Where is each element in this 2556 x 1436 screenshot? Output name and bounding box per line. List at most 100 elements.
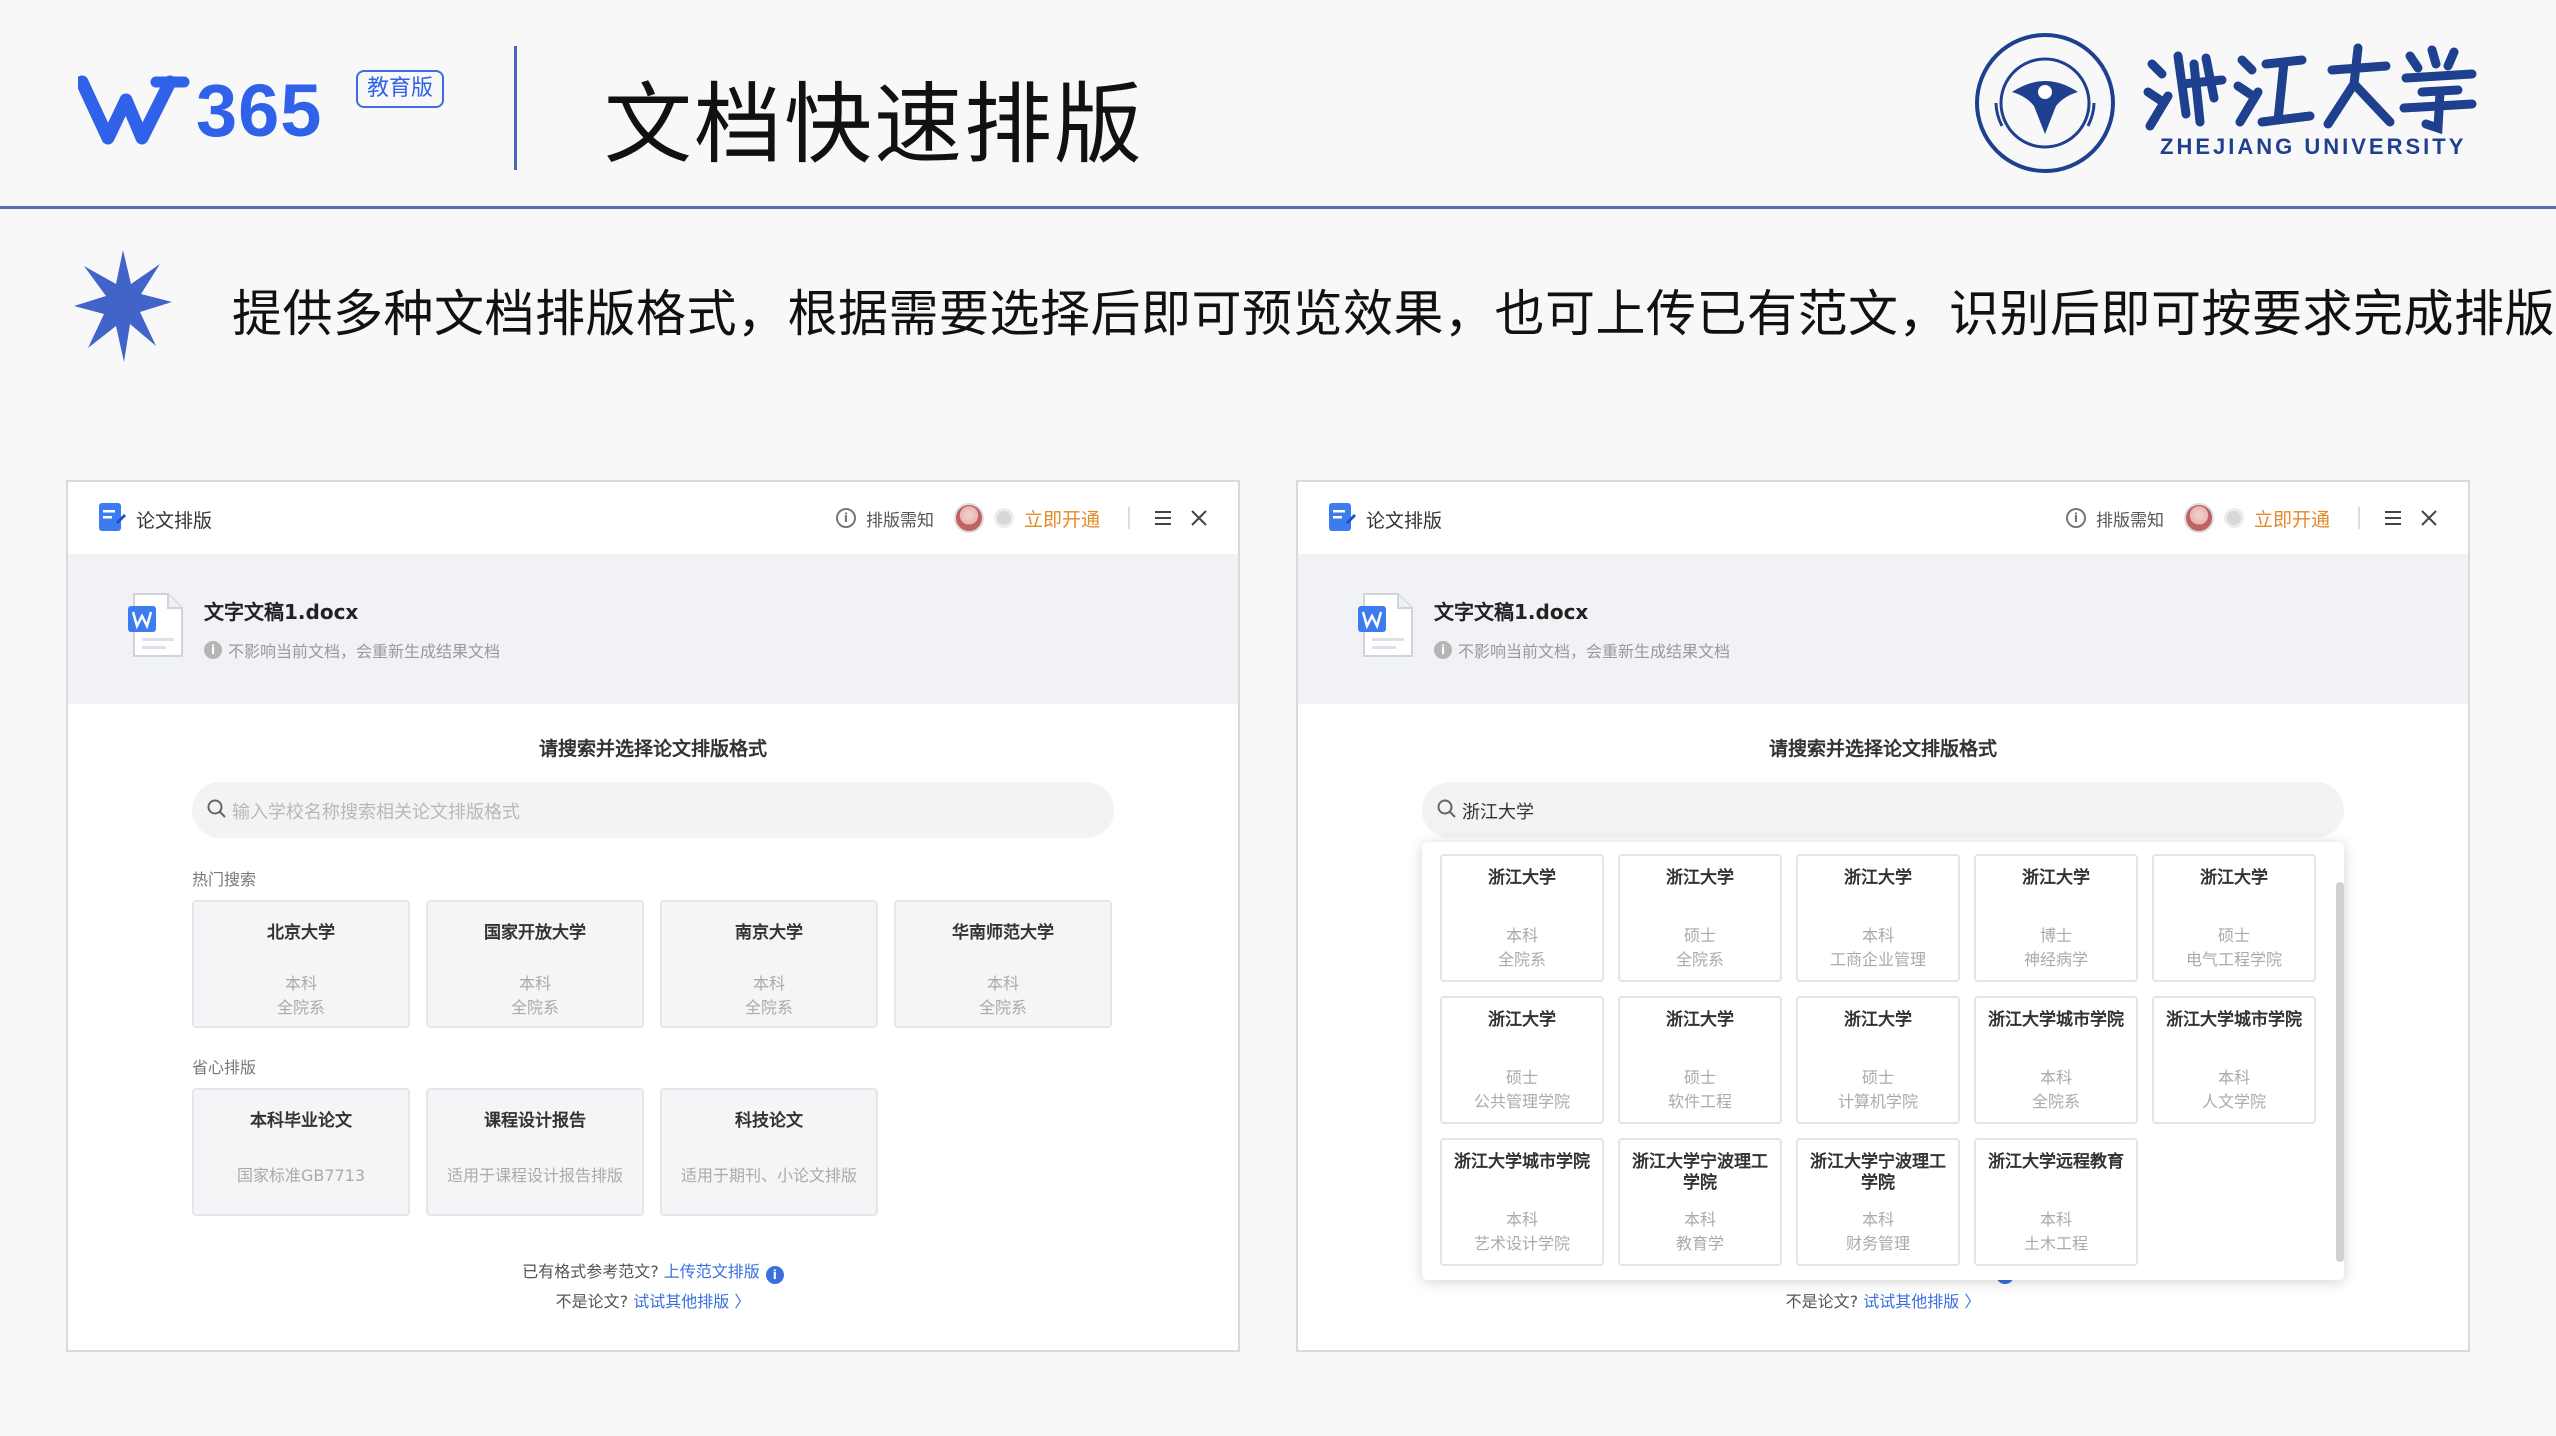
result-card[interactable]: 浙江大学城市学院 本科 艺术设计学院 <box>1440 1138 1604 1266</box>
close-icon[interactable] <box>1186 505 1212 531</box>
result-dept: 计算机学院 <box>1837 1092 1918 1111</box>
result-degree: 博士 <box>2039 926 2072 945</box>
result-card[interactable]: 浙江大学 硕士 电气工程学院 <box>2152 854 2316 982</box>
card-school: 华南师范大学 <box>952 923 1054 943</box>
other-format-link[interactable]: 试试其他排版 〉 <box>633 1292 750 1311</box>
close-icon[interactable] <box>2416 505 2442 531</box>
panel-titlebar: 论文排版 i 排版需知 立即开通 <box>68 482 1238 554</box>
header-rule <box>0 206 2556 209</box>
result-dept: 人文学院 <box>2201 1092 2266 1111</box>
result-degree: 硕士 <box>2217 926 2250 945</box>
note-info-icon: i <box>1434 641 1452 659</box>
result-card[interactable]: 浙江大学 硕士 全院系 <box>1618 854 1782 982</box>
current-file-area: 文字文稿1.docx i 不影响当前文档，会重新生成结果文档 <box>68 554 1238 704</box>
menu-icon[interactable] <box>2380 505 2406 531</box>
easy-card[interactable]: 本科毕业论文 国家标准GB7713 <box>192 1088 410 1216</box>
result-card[interactable]: 浙江大学城市学院 本科 全院系 <box>1974 996 2138 1124</box>
card-title: 课程设计报告 <box>484 1111 586 1131</box>
file-note: i 不影响当前文档，会重新生成结果文档 <box>1434 638 1730 662</box>
easy-card[interactable]: 课程设计报告 适用于课程设计报告排版 <box>426 1088 644 1216</box>
file-note: i 不影响当前文档，会重新生成结果文档 <box>204 638 500 662</box>
hot-card[interactable]: 国家开放大学 本科 全院系 <box>426 900 644 1028</box>
result-card[interactable]: 浙江大学 本科 工商企业管理 <box>1796 854 1960 982</box>
upload-sample-prompt: 已有格式参考范文? <box>522 1262 659 1281</box>
dropdown-scrollbar[interactable] <box>2336 882 2344 1262</box>
result-degree: 硕士 <box>1683 1068 1716 1087</box>
result-school: 浙江大学 <box>2200 868 2268 888</box>
result-degree: 本科 <box>2039 1068 2072 1087</box>
hot-card[interactable]: 华南师范大学 本科 全院系 <box>894 900 1112 1028</box>
school-search-input[interactable]: 浙江大学 <box>1422 782 2344 838</box>
menu-icon[interactable] <box>1150 505 1176 531</box>
header-divider <box>514 46 517 170</box>
result-dept: 教育学 <box>1675 1234 1724 1253</box>
zju-english-name: ZHEJIANG UNIVERSITY <box>2160 134 2467 159</box>
result-card[interactable]: 浙江大学 博士 神经病学 <box>1974 854 2138 982</box>
result-dept: 全院系 <box>2031 1092 2080 1111</box>
easy-card[interactable]: 科技论文 适用于期刊、小论文排版 <box>660 1088 878 1216</box>
info-icon[interactable]: i <box>835 508 856 528</box>
result-card[interactable]: 浙江大学 硕士 软件工程 <box>1618 996 1782 1124</box>
wps-w-icon <box>78 75 190 145</box>
other-format-link[interactable]: 试试其他排版 〉 <box>1863 1292 1980 1311</box>
result-degree: 本科 <box>1861 1210 1894 1229</box>
wps-365-logo: 365 <box>78 69 338 152</box>
note-info-icon: i <box>204 641 222 659</box>
subtitle: 提供多种文档排版格式，根据需要选择后即可预览效果，也可上传已有范文，识别后即可按… <box>232 285 2555 343</box>
info-icon[interactable]: i <box>2065 508 2086 528</box>
result-card[interactable]: 浙江大学宁波理工学院 本科 教育学 <box>1618 1138 1782 1266</box>
card-title: 本科毕业论文 <box>250 1111 352 1131</box>
notice-link[interactable]: 排版需知 <box>2096 506 2164 531</box>
result-card[interactable]: 浙江大学宁波理工学院 本科 财务管理 <box>1796 1138 1960 1266</box>
search-value: 浙江大学 <box>1462 802 1534 823</box>
card-dept: 全院系 <box>510 998 559 1017</box>
panel-titlebar: 论文排版 i 排版需知 立即开通 <box>1298 482 2468 554</box>
file-note-text: 不影响当前文档，会重新生成结果文档 <box>228 642 501 661</box>
result-school: 浙江大学 <box>1844 868 1912 888</box>
notice-link[interactable]: 排版需知 <box>866 506 934 531</box>
result-dept: 工商企业管理 <box>1829 950 1926 969</box>
result-card[interactable]: 浙江大学城市学院 本科 人文学院 <box>2152 996 2316 1124</box>
titlebar-separator <box>1128 507 1130 529</box>
zju-calligraphy-logo <box>2143 43 2477 134</box>
search-placeholder: 输入学校名称搜索相关论文排版格式 <box>232 802 520 823</box>
result-card[interactable]: 浙江大学 本科 全院系 <box>1440 854 1604 982</box>
result-school: 浙江大学城市学院 <box>2166 1010 2302 1030</box>
result-degree: 硕士 <box>1861 1068 1894 1087</box>
thesis-format-panel-default: 论文排版 i 排版需知 立即开通 文字文稿1.docx i 不影响当前文档，会重… <box>66 480 1240 1352</box>
file-note-text: 不影响当前文档，会重新生成结果文档 <box>1458 642 1731 661</box>
current-file-area: 文字文稿1.docx i 不影响当前文档，会重新生成结果文档 <box>1298 554 2468 704</box>
result-card[interactable]: 浙江大学 硕士 计算机学院 <box>1796 996 1960 1124</box>
result-school: 浙江大学 <box>1666 1010 1734 1030</box>
hot-search-label: 热门搜索 <box>192 870 257 889</box>
result-degree: 本科 <box>1683 1210 1716 1229</box>
burst-icon <box>74 250 172 362</box>
app-title: 论文排版 <box>1366 510 1443 532</box>
avatar[interactable] <box>2183 503 2214 533</box>
result-dept: 公共管理学院 <box>1473 1092 1570 1111</box>
search-prompt: 请搜索并选择论文排版格式 <box>538 738 767 760</box>
result-card[interactable]: 浙江大学 硕士 公共管理学院 <box>1440 996 1604 1124</box>
result-school: 浙江大学 <box>1488 868 1556 888</box>
hot-card[interactable]: 北京大学 本科 全院系 <box>192 900 410 1028</box>
card-degree: 本科 <box>284 974 317 993</box>
avatar[interactable] <box>953 503 984 533</box>
slide-header: 365 教育版 文档快速排版 ZHEJIANG UNIVERSITY <box>0 0 2556 208</box>
result-degree: 本科 <box>1505 926 1538 945</box>
hot-card[interactable]: 南京大学 本科 全院系 <box>660 900 878 1028</box>
upload-sample-link[interactable]: 上传范文排版 <box>664 1262 760 1281</box>
card-school: 国家开放大学 <box>484 923 586 943</box>
open-now-button[interactable]: 立即开通 <box>1024 505 1100 532</box>
open-now-button[interactable]: 立即开通 <box>2254 505 2330 532</box>
result-dept: 电气工程学院 <box>2185 950 2282 969</box>
result-school: 浙江大学城市学院 <box>1454 1152 1590 1172</box>
thesis-app-icon <box>99 503 126 531</box>
titlebar-actions: i 排版需知 立即开通 <box>835 500 1212 536</box>
school-search-input[interactable]: 输入学校名称搜索相关论文排版格式 <box>192 782 1114 838</box>
result-school: 浙江大学 <box>1666 868 1734 888</box>
result-school: 浙江大学城市学院 <box>1988 1010 2124 1030</box>
card-school: 南京大学 <box>735 923 803 943</box>
help-icon[interactable]: i <box>765 1266 784 1284</box>
titlebar-actions: i 排版需知 立即开通 <box>2065 500 2442 536</box>
result-card[interactable]: 浙江大学远程教育 本科 土木工程 <box>1974 1138 2138 1266</box>
